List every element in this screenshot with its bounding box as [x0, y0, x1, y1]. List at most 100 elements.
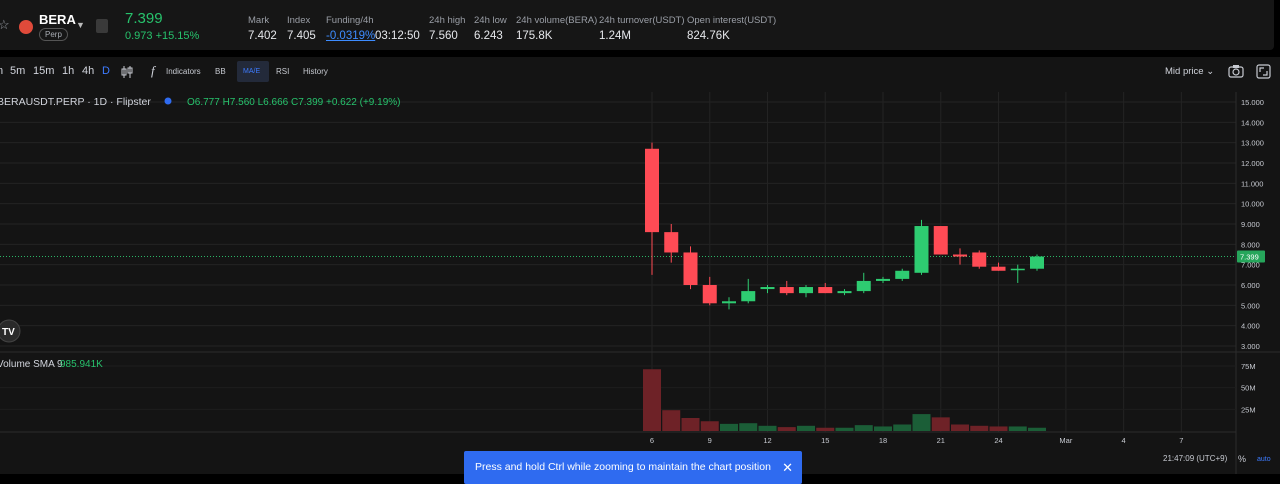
- stat-value: 1.24M: [599, 30, 631, 42]
- volume-tick-label: 50M: [1241, 384, 1256, 393]
- candle-body: [683, 252, 698, 285]
- x-tick-label: 18: [879, 436, 887, 445]
- volume-label: Volume SMA 9: [0, 359, 63, 370]
- price-tick-label: 5.000: [1241, 301, 1260, 310]
- volume-bar: [893, 424, 912, 431]
- price-change: 0.973 +15.15%: [125, 30, 200, 42]
- volume-bar: [912, 414, 931, 431]
- x-tick-label: 4: [1122, 436, 1126, 445]
- stat-label: 24h high: [429, 15, 466, 26]
- candle-body: [953, 254, 967, 257]
- zoom-hint-toast: Press and hold Ctrl while zooming to mai…: [464, 451, 802, 484]
- price-tick-label: 4.000: [1241, 322, 1260, 331]
- legend-title: BERAUSDT.PERP · 1D · Flipster: [0, 96, 151, 108]
- x-tick-label: 21: [937, 436, 945, 445]
- candle-body: [972, 252, 987, 267]
- last-price: 7.399: [125, 10, 163, 27]
- ticker-header: ☆ BERA Perp ▼ 7.399 0.973 +15.15% Mark 7.…: [0, 0, 1274, 50]
- volume-bar: [662, 410, 681, 431]
- volume-bar: [739, 423, 758, 431]
- candle-body: [722, 301, 736, 304]
- stat-label: 24h low: [474, 15, 507, 26]
- volume-bar: [951, 424, 969, 431]
- stat-value: 824.76K: [687, 30, 730, 42]
- stat-label: Mark: [248, 15, 270, 26]
- candle-body: [799, 287, 813, 294]
- chevron-down-icon[interactable]: ▼: [76, 20, 85, 30]
- symbol-name[interactable]: BERA: [39, 12, 76, 27]
- candle-body: [991, 266, 1006, 271]
- candle-body: [914, 226, 929, 273]
- candle-body: [760, 287, 775, 290]
- volume-bar: [1028, 427, 1046, 431]
- stat-label: 24h volume(BERA): [516, 15, 598, 26]
- price-tick-label: 14.000: [1241, 118, 1264, 127]
- price-tick-label: 11.000: [1241, 179, 1263, 188]
- volume-bar: [931, 417, 950, 431]
- x-tick-label: Mar: [1059, 436, 1072, 445]
- volume-bar: [1008, 426, 1027, 431]
- footer-time: 21:47:09 (UTC+9): [1163, 454, 1228, 463]
- volume-bar: [797, 425, 815, 431]
- x-tick-label: 15: [821, 436, 829, 445]
- volume-bar: [970, 425, 989, 431]
- funding-label: Funding/4h: [326, 15, 374, 26]
- candle-body: [876, 278, 890, 281]
- x-tick-label: 9: [708, 436, 712, 445]
- funding-countdown: 03:12:50: [375, 30, 420, 42]
- volume-bar: [989, 426, 1008, 431]
- toast-text: Press and hold Ctrl while zooming to mai…: [475, 461, 771, 473]
- candle-body: [933, 226, 948, 255]
- candle-body: [856, 280, 871, 292]
- price-tick-label: 13.000: [1241, 139, 1264, 148]
- stat-value: 7.560: [429, 30, 458, 42]
- candle-body: [779, 287, 794, 294]
- stat-value: 7.402: [248, 30, 277, 42]
- x-tick-label: 6: [650, 436, 654, 445]
- tradingview-logo: TV: [0, 319, 21, 343]
- candle-body: [664, 232, 679, 253]
- stat-label: 24h turnover(USDT): [599, 15, 685, 26]
- stat-value: 7.405: [287, 30, 316, 42]
- volume-bar: [854, 425, 873, 431]
- last-price-label: 7.399: [1240, 253, 1259, 262]
- stat-value: 6.243: [474, 30, 503, 42]
- volume-tick-label: 25M: [1241, 405, 1256, 414]
- volume-bar: [643, 369, 661, 431]
- candle-body: [895, 270, 910, 279]
- contract-badge: Perp: [39, 28, 68, 41]
- funding-rate-link[interactable]: -0.0319%: [326, 30, 375, 42]
- svg-text:TV: TV: [2, 327, 15, 338]
- x-tick-label: 7: [1179, 436, 1183, 445]
- volume-tick-label: 75M: [1241, 362, 1256, 371]
- candle-body: [1010, 268, 1025, 271]
- footer-auto[interactable]: auto: [1257, 456, 1271, 463]
- volume-bar: [720, 423, 738, 431]
- price-tick-label: 15.000: [1241, 98, 1264, 107]
- volume-bar: [874, 426, 892, 431]
- volume-bar: [816, 427, 835, 431]
- star-icon[interactable]: ☆: [0, 17, 10, 33]
- stat-value: 175.8K: [516, 30, 553, 42]
- volume-bar: [777, 427, 796, 431]
- price-tick-label: 6.000: [1241, 281, 1260, 290]
- document-icon[interactable]: [96, 19, 108, 33]
- coin-logo-icon: [19, 20, 33, 34]
- price-chart[interactable]: 15.000 14.000 13.000 12.000 11.000 10.000 9.00…: [0, 57, 1280, 474]
- close-icon[interactable]: ✕: [782, 451, 793, 484]
- stat-label: Index: [287, 15, 311, 26]
- volume-bar: [835, 427, 854, 431]
- price-tick-label: 12.000: [1241, 159, 1264, 168]
- candle-body: [1030, 256, 1044, 269]
- live-dot-icon: [164, 97, 172, 105]
- price-tick-label: 3.000: [1241, 342, 1260, 351]
- chart-container[interactable]: n 5m 15m 1h 4h D f Indicators BB MA/E RS…: [0, 57, 1280, 484]
- stat-label: Open interest(USDT): [687, 15, 777, 26]
- volume-value: 985.941K: [60, 359, 103, 370]
- x-tick-label: 12: [763, 436, 771, 445]
- candle-body: [702, 285, 717, 304]
- volume-bar: [700, 421, 719, 431]
- footer-percent[interactable]: %: [1238, 454, 1246, 464]
- price-tick-label: 8.000: [1241, 240, 1260, 249]
- volume-bar: [681, 418, 700, 431]
